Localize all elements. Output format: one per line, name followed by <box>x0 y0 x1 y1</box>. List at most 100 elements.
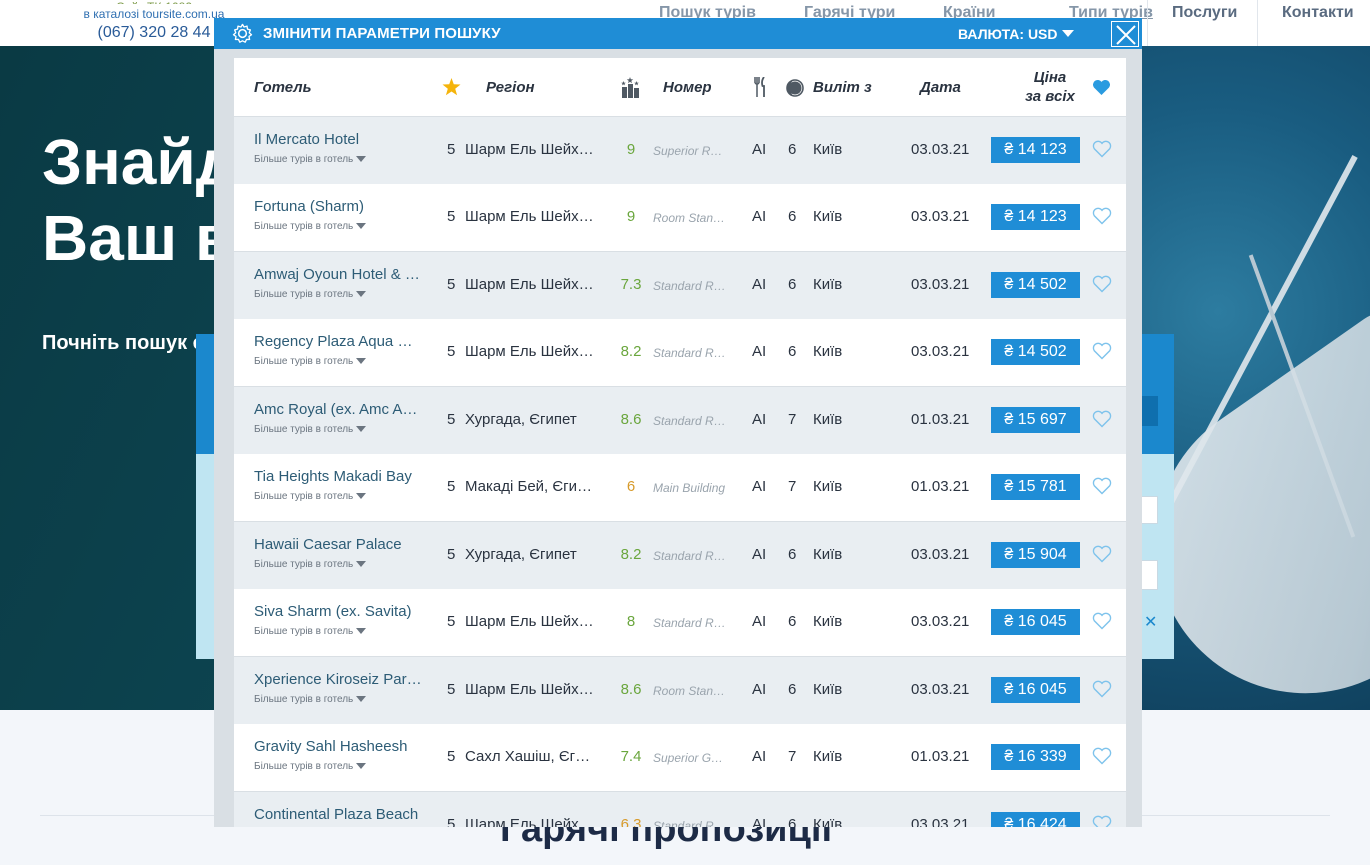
room-type: Standard Room <box>653 818 729 828</box>
more-tours-link[interactable]: Більше турів в готель <box>254 761 367 772</box>
departure-city: Київ <box>813 478 843 495</box>
meal-plan: AI <box>752 140 767 158</box>
more-tours-link[interactable]: Більше турів в готель <box>254 694 367 705</box>
table-row[interactable]: Il Mercato Hotel Більше турів в готель 5… <box>234 116 1126 184</box>
caret-down-icon <box>356 628 367 634</box>
nav-services[interactable]: Послуги <box>1172 4 1237 22</box>
room-type: Room Standard <box>653 211 729 225</box>
price-button[interactable]: ₴ 14 123 <box>991 136 1080 163</box>
table-row[interactable]: Amwaj Oyoun Hotel & Resort Більше турів … <box>234 251 1126 319</box>
hotel-stars: 5 <box>447 613 456 630</box>
col-departure[interactable]: Виліт з <box>813 79 872 96</box>
table-row[interactable]: Siva Sharm (ex. Savita) Більше турів в г… <box>234 589 1126 656</box>
heart-filled-icon[interactable] <box>1092 79 1111 96</box>
gear-icon[interactable] <box>231 22 254 45</box>
hotel-rating: 9 <box>626 208 636 225</box>
more-tours-link[interactable]: Більше турів в готель <box>254 154 367 165</box>
price-button[interactable]: ₴ 16 339 <box>991 744 1080 770</box>
heart-outline-icon[interactable] <box>1092 680 1112 698</box>
col-price[interactable]: Ціна за всіх <box>1015 68 1085 106</box>
hotel-rating: 8.2 <box>620 343 642 360</box>
hotel-name-link[interactable]: Il Mercato Hotel <box>254 131 422 148</box>
night-moon-icon[interactable] <box>786 79 804 97</box>
price-button[interactable]: ₴ 14 123 <box>991 204 1080 230</box>
hotel-name-link[interactable]: Tia Heights Makadi Bay <box>254 468 422 485</box>
price-button[interactable]: ₴ 14 502 <box>991 339 1080 365</box>
table-row[interactable]: Amc Royal (ex. Amc Azur) Більше турів в … <box>234 386 1126 454</box>
hotel-name-link[interactable]: Xperience Kiroseiz Parkland <box>254 671 422 688</box>
col-date[interactable]: Дата <box>920 79 961 96</box>
price-button[interactable]: ₴ 15 697 <box>991 406 1080 433</box>
nights-count: 7 <box>788 410 797 428</box>
heart-outline-icon[interactable] <box>1092 207 1112 225</box>
more-tours-link[interactable]: Більше турів в готель <box>254 491 367 502</box>
heart-outline-icon[interactable] <box>1092 747 1112 765</box>
close-icon[interactable]: ✕ <box>1144 612 1157 632</box>
table-row[interactable]: Hawaii Caesar Palace Більше турів в готе… <box>234 521 1126 589</box>
hotel-region: Хургада, Єгипет <box>465 545 577 563</box>
caret-down-icon <box>356 425 367 432</box>
departure-city: Київ <box>813 410 843 428</box>
col-room[interactable]: Номер <box>663 79 712 96</box>
rating-icon[interactable] <box>619 77 641 99</box>
hotel-name-link[interactable]: Amwaj Oyoun Hotel & Resort <box>254 266 422 283</box>
nav-divider <box>1147 0 1148 46</box>
departure-city: Київ <box>813 680 843 698</box>
departure-date: 01.03.21 <box>911 478 970 495</box>
hotel-region: Макаді Бей, Єгипет <box>465 478 595 495</box>
heart-outline-icon[interactable] <box>1092 612 1112 630</box>
hotel-name-link[interactable]: Regency Plaza Aqua Park <box>254 333 422 350</box>
hotel-name-link[interactable]: Amc Royal (ex. Amc Azur) <box>254 401 422 418</box>
currency-dropdown[interactable]: ВАЛЮТА: USD <box>958 26 1074 42</box>
price-button[interactable]: ₴ 15 781 <box>991 474 1080 500</box>
hotel-name-link[interactable]: Continental Plaza Beach <box>254 806 422 823</box>
price-button[interactable]: ₴ 15 904 <box>991 541 1080 568</box>
table-row[interactable]: Fortuna (Sharm) Більше турів в готель 5 … <box>234 184 1126 251</box>
table-row[interactable]: Gravity Sahl Hasheesh Більше турів в гот… <box>234 724 1126 791</box>
hotel-region: Сахл Хашіш, Єгипет <box>465 748 595 765</box>
nav-contacts[interactable]: Контакти <box>1282 4 1354 22</box>
more-tours-label: Більше турів в готель <box>254 356 354 367</box>
table-row[interactable]: Xperience Kiroseiz Parkland Більше турів… <box>234 656 1126 724</box>
heart-outline-icon[interactable] <box>1092 477 1112 495</box>
price-button[interactable]: ₴ 14 502 <box>991 271 1080 298</box>
col-region[interactable]: Регіон <box>486 79 535 96</box>
price-button[interactable]: ₴ 16 424 <box>991 811 1080 827</box>
departure-date: 03.03.21 <box>911 815 970 828</box>
more-tours-label: Більше турів в готель <box>254 626 354 637</box>
fork-knife-icon[interactable] <box>753 77 767 97</box>
more-tours-link[interactable]: Більше турів в готель <box>254 559 367 570</box>
departure-date: 03.03.21 <box>911 613 970 630</box>
hotel-name-link[interactable]: Gravity Sahl Hasheesh <box>254 738 422 755</box>
more-tours-link[interactable]: Більше турів в готель <box>254 356 367 367</box>
hotel-rating: 9 <box>626 140 636 158</box>
star-icon[interactable] <box>442 78 461 96</box>
more-tours-link[interactable]: Більше турів в готель <box>254 221 367 232</box>
hotel-name-link[interactable]: Fortuna (Sharm) <box>254 198 422 215</box>
hotel-region: Шарм Ель Шейх, Єгипет <box>465 613 595 630</box>
col-hotel[interactable]: Готель <box>254 79 312 96</box>
hotel-name-link[interactable]: Siva Sharm (ex. Savita) <box>254 603 422 620</box>
departure-date: 01.03.21 <box>911 748 970 765</box>
heart-outline-icon[interactable] <box>1092 410 1112 428</box>
heart-outline-icon[interactable] <box>1092 275 1112 293</box>
more-tours-link[interactable]: Більше турів в готель <box>254 626 367 637</box>
modal-close-button[interactable] <box>1111 21 1139 47</box>
hotel-name-link[interactable]: Hawaii Caesar Palace <box>254 536 422 553</box>
heart-outline-icon[interactable] <box>1092 545 1112 563</box>
more-tours-label: Більше турів в готель <box>254 221 354 232</box>
heart-outline-icon[interactable] <box>1092 140 1112 158</box>
hotel-rating: 6.3 <box>620 815 642 828</box>
hotel-region: Шарм Ель Шейх, Єгипет <box>465 140 595 158</box>
modal-title[interactable]: ЗМІНИТИ ПАРАМЕТРИ ПОШУКУ <box>263 25 501 42</box>
heart-outline-icon[interactable] <box>1092 815 1112 828</box>
price-button[interactable]: ₴ 16 045 <box>991 609 1080 635</box>
heart-outline-icon[interactable] <box>1092 342 1112 360</box>
more-tours-link[interactable]: Більше турів в готель <box>254 424 367 435</box>
meal-plan: AI <box>752 613 767 630</box>
table-row[interactable]: Continental Plaza Beach Більше турів в г… <box>234 791 1126 828</box>
table-row[interactable]: Tia Heights Makadi Bay Більше турів в го… <box>234 454 1126 521</box>
more-tours-link[interactable]: Більше турів в готель <box>254 289 367 300</box>
table-row[interactable]: Regency Plaza Aqua Park Більше турів в г… <box>234 319 1126 386</box>
price-button[interactable]: ₴ 16 045 <box>991 676 1080 703</box>
